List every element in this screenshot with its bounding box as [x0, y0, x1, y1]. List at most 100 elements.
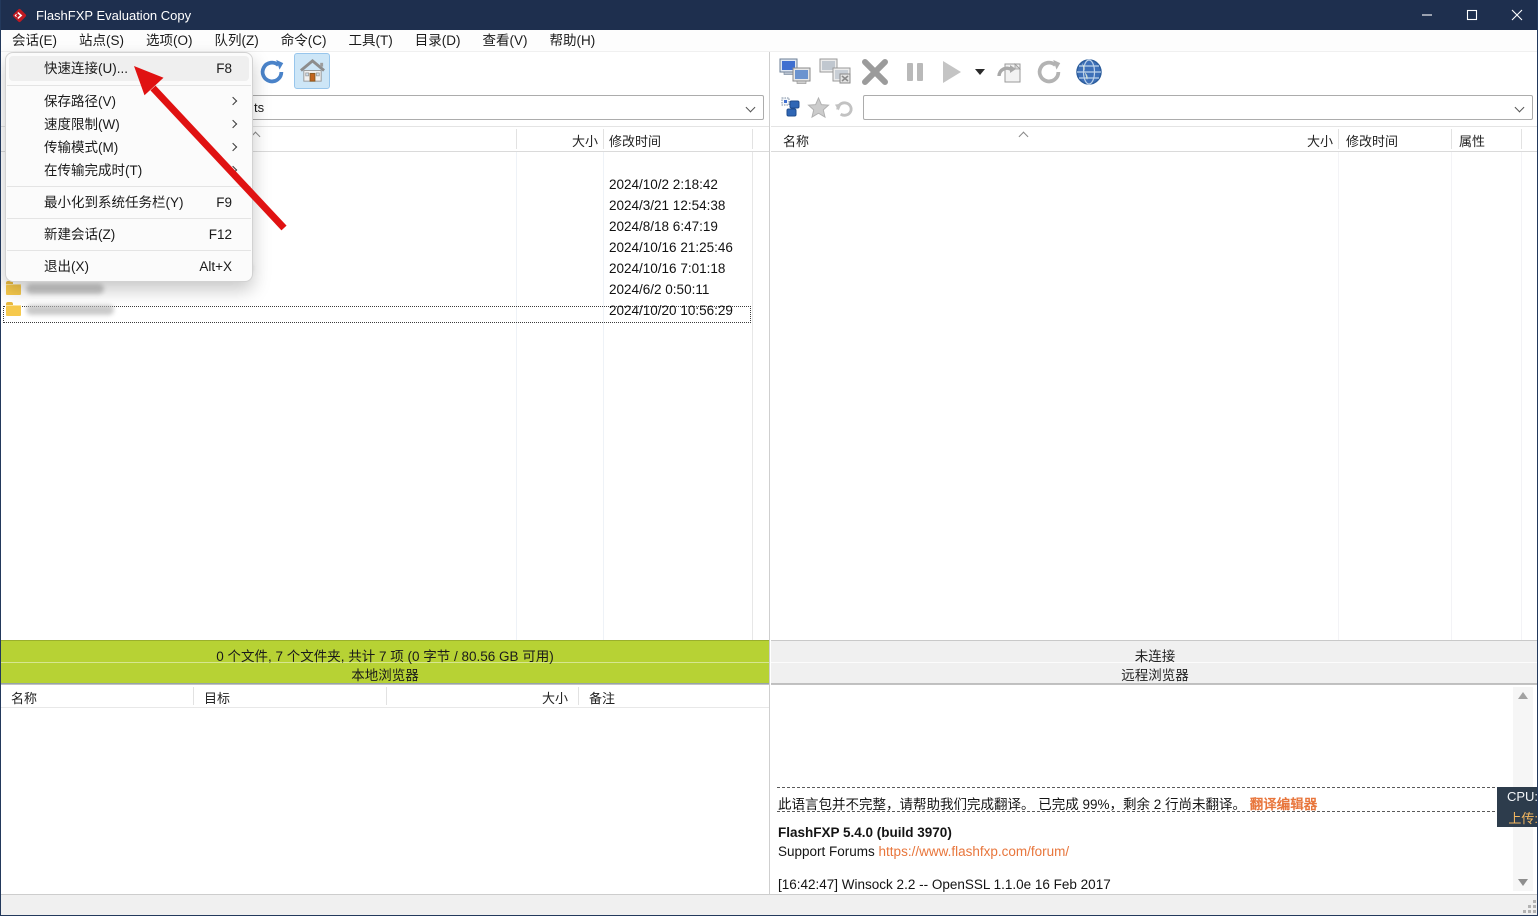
web-button[interactable] — [1071, 54, 1107, 90]
remote-address-combobox[interactable] — [863, 95, 1533, 120]
remote-status-bar: 未连接 远程浏览器 — [771, 640, 1538, 684]
queue-header-name[interactable]: 名称 — [11, 688, 37, 707]
menu-item-on-transfer-complete[interactable]: 在传输完成时(T) — [9, 159, 249, 182]
local-header-modified[interactable]: 修改时间 — [609, 131, 661, 150]
menu-session[interactable]: 会话(E) — [1, 30, 68, 52]
flashfxp-logo-icon — [11, 7, 28, 24]
menu-item-minimize-to-tray[interactable]: 最小化到系统任务栏(Y) F9 — [9, 191, 249, 214]
local-header-size[interactable]: 大小 — [516, 131, 598, 150]
upload-label: 上传: — [1508, 808, 1538, 827]
local-status-summary: 0 个文件, 7 个文件夹, 共计 7 项 (0 字节 / 80.56 GB 可… — [1, 645, 769, 665]
log-panel: 此语言包并不完整，请帮助我们完成翻译。 已完成 99%，剩余 2 行尚未翻译。 … — [771, 684, 1538, 894]
menu-tools[interactable]: 工具(T) — [338, 30, 404, 52]
remote-header-size[interactable]: 大小 — [1248, 131, 1333, 150]
menu-item-save-path[interactable]: 保存路径(V) — [9, 90, 249, 113]
pause-button[interactable] — [897, 54, 933, 90]
menu-separator — [7, 85, 251, 86]
translation-editor-link[interactable]: 翻译编辑器 — [1250, 797, 1318, 812]
menu-item-transfer-mode[interactable]: 传输模式(M) — [9, 136, 249, 159]
favorites-button[interactable] — [807, 96, 830, 119]
local-home-button[interactable] — [294, 53, 330, 89]
favorites-star-icon — [807, 96, 830, 119]
folder-row[interactable]: 2024/6/2 0:50:11 — [1, 279, 752, 300]
support-line: Support Forums https://www.flashfxp.com/… — [778, 844, 1069, 859]
pane-splitter[interactable] — [769, 52, 770, 894]
version-line: FlashFXP 5.4.0 (build 3970) — [778, 825, 952, 840]
modified-date: 2024/10/16 21:25:46 — [609, 240, 733, 255]
folder-row[interactable]: 2024/10/20 10:56:29 — [1, 300, 752, 321]
site-tree-button[interactable] — [781, 97, 802, 118]
folder-icon — [6, 305, 21, 316]
modified-date: 2024/10/20 10:56:29 — [609, 303, 733, 318]
menu-item-quick-connect[interactable]: 快速连接(U)... F8 — [9, 56, 249, 81]
disconnect-button[interactable] — [817, 54, 853, 90]
play-dropdown-icon — [975, 69, 985, 75]
menu-item-speed-limit[interactable]: 速度限制(W) — [9, 113, 249, 136]
queue-header-note[interactable]: 备注 — [589, 688, 615, 707]
remote-toolbar — [777, 52, 1107, 92]
transfer-queue-list[interactable] — [1, 709, 769, 894]
remote-refresh-button[interactable] — [1031, 54, 1067, 90]
scroll-up-icon[interactable] — [1518, 692, 1528, 699]
home-icon — [299, 58, 326, 85]
cpu-label: CPU: — [1507, 789, 1538, 804]
menu-queue[interactable]: 队列(Z) — [204, 30, 270, 52]
abort-icon — [860, 57, 890, 87]
connect-button[interactable] — [777, 54, 813, 90]
submenu-chevron-icon — [229, 97, 237, 105]
local-status-bar: 0 个文件, 7 个文件夹, 共计 7 项 (0 字节 / 80.56 GB 可… — [1, 640, 769, 684]
undo-button[interactable] — [833, 97, 854, 118]
menu-commands[interactable]: 命令(C) — [270, 30, 338, 52]
menu-view[interactable]: 查看(V) — [472, 30, 539, 52]
connect-icon — [778, 56, 812, 88]
menu-bar: 会话(E) 站点(S) 选项(O) 队列(Z) 命令(C) 工具(T) 目录(D… — [1, 30, 1538, 52]
start-transfer-button[interactable] — [937, 54, 967, 90]
modified-date: 2024/6/2 0:50:11 — [609, 282, 709, 297]
local-refresh-button[interactable] — [254, 54, 290, 90]
menu-separator — [7, 250, 251, 251]
play-icon — [943, 61, 961, 83]
transfer-queue-icon — [993, 56, 1025, 88]
refresh-icon — [1034, 57, 1064, 87]
undo-icon — [833, 97, 854, 118]
log-separator — [777, 787, 1510, 788]
menu-directory[interactable]: 目录(D) — [404, 30, 472, 52]
support-forum-link[interactable]: https://www.flashfxp.com/forum/ — [879, 844, 1070, 859]
shortcut-label: F8 — [216, 56, 232, 81]
menu-options[interactable]: 选项(O) — [135, 30, 204, 52]
maximize-button[interactable] — [1449, 0, 1494, 30]
start-transfer-dropdown[interactable] — [971, 54, 987, 90]
menu-item-new-session[interactable]: 新建会话(Z) F12 — [9, 223, 249, 246]
folder-icon — [6, 284, 21, 295]
chevron-down-icon — [746, 103, 756, 113]
pause-icon — [907, 63, 913, 81]
language-pack-notice: 此语言包并不完整，请帮助我们完成翻译。 已完成 99%，剩余 2 行尚未翻译。 … — [778, 793, 1317, 813]
scroll-down-icon[interactable] — [1518, 879, 1528, 886]
remote-browser-label: 远程浏览器 — [771, 664, 1538, 684]
menu-item-exit[interactable]: 退出(X) Alt+X — [9, 255, 249, 278]
abort-button[interactable] — [857, 54, 893, 90]
submenu-chevron-icon — [229, 143, 237, 151]
local-browser-label: 本地浏览器 — [1, 664, 769, 684]
modified-date: 2024/3/21 12:54:38 — [609, 198, 725, 213]
remote-header-attrs[interactable]: 属性 — [1459, 131, 1485, 150]
shortcut-label: F9 — [216, 191, 232, 214]
redacted-folder-name — [26, 284, 104, 294]
queue-header-size[interactable]: 大小 — [386, 688, 568, 707]
submenu-chevron-icon — [229, 120, 237, 128]
close-button[interactable] — [1494, 0, 1538, 30]
menu-sites[interactable]: 站点(S) — [68, 30, 135, 52]
remote-header-name[interactable]: 名称 — [783, 131, 809, 150]
transfer-queue-button[interactable] — [991, 54, 1027, 90]
menu-help[interactable]: 帮助(H) — [539, 30, 607, 52]
remote-file-list[interactable] — [771, 152, 1538, 640]
minimize-button[interactable] — [1404, 0, 1449, 30]
submenu-chevron-icon — [229, 166, 237, 174]
resize-grip[interactable] — [1524, 901, 1536, 913]
remote-header-modified[interactable]: 修改时间 — [1346, 131, 1398, 150]
queue-header-target[interactable]: 目标 — [204, 688, 230, 707]
sort-ascending-icon — [1019, 130, 1028, 139]
session-menu-popup: 快速连接(U)... F8 保存路径(V) 速度限制(W) 传输模式(M) 在传… — [5, 52, 253, 282]
modified-date: 2024/10/16 7:01:18 — [609, 261, 725, 276]
remote-connection-status: 未连接 — [771, 645, 1538, 665]
